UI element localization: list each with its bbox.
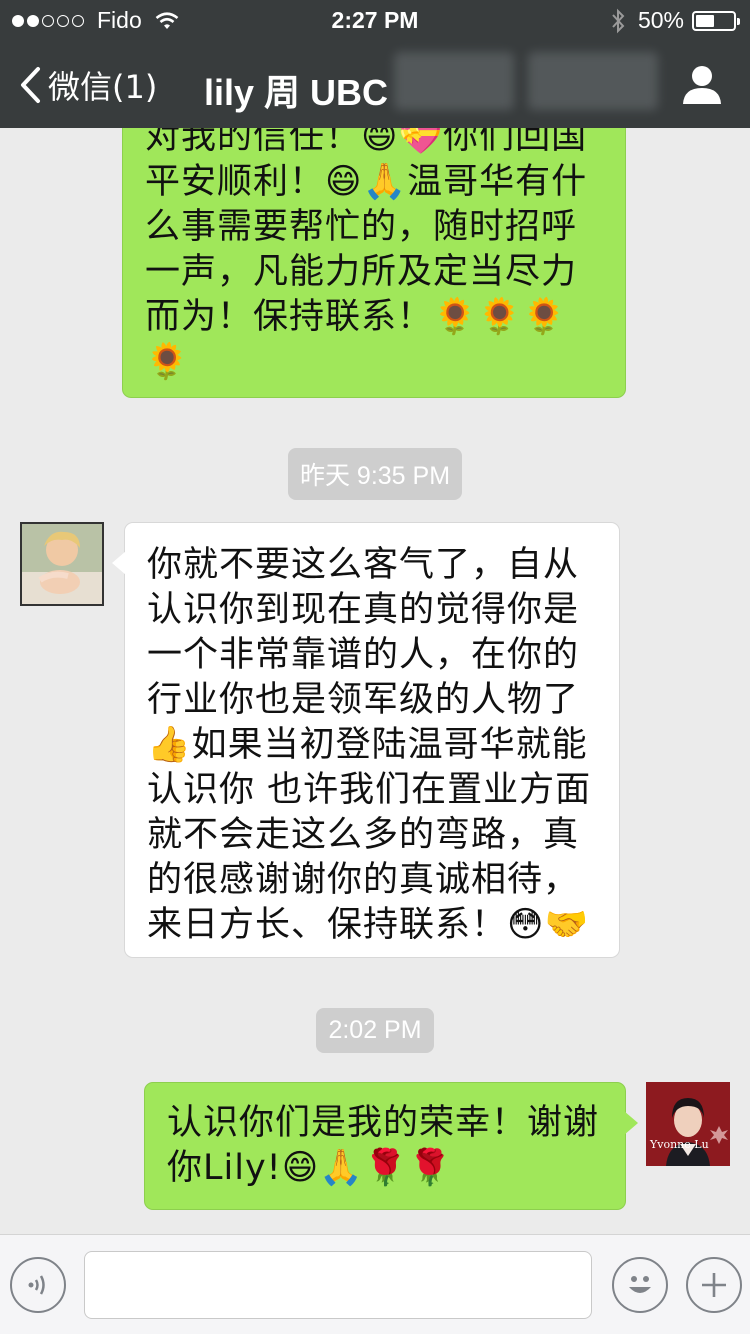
chat-title: lily 周 UBC xyxy=(204,72,389,113)
sent-message-bubble[interactable]: 认识你们是我的荣幸！谢谢 你Lily!😄🙏🌹🌹 xyxy=(144,1082,638,1210)
received-message-bubble[interactable]: 你就不要这么客气了，自从 认识你到现在真的觉得你是 一个非常靠谱的人，在你的 行… xyxy=(112,522,620,958)
message-line: 行业你也是领军级的人物了 xyxy=(147,680,580,720)
child-photo-icon xyxy=(22,524,102,604)
message-input[interactable] xyxy=(84,1251,592,1319)
nav-bar: 微信(1) lily 周 UBC xyxy=(0,40,750,128)
message-line: 认识你 也许我们在置业方面 xyxy=(147,770,592,810)
chat-area[interactable]: 对我的信任！😄💝你们回国 平安顺利！😄🙏温哥华有什 么事需要帮忙的，随时招呼 一… xyxy=(0,0,750,1234)
timestamp: 昨天 9:35 PM xyxy=(0,448,750,500)
back-label: 微信(1) xyxy=(48,68,158,106)
voice-input-button[interactable] xyxy=(10,1257,66,1313)
message-line: 你就不要这么客气了，自从 xyxy=(147,545,580,585)
redacted-area xyxy=(394,52,514,110)
sent-message-bubble[interactable]: 对我的信任！😄💝你们回国 平安顺利！😄🙏温哥华有什 么事需要帮忙的，随时招呼 一… xyxy=(122,100,626,398)
message-line: 一个非常靠谱的人，在你的 xyxy=(147,635,580,675)
more-options-button[interactable] xyxy=(686,1257,742,1313)
bluetooth-icon xyxy=(612,8,625,33)
message-line: 而为！保持联系！🌻🌻🌻 xyxy=(145,297,567,337)
message-line: 👍如果当初登陆温哥华就能 xyxy=(147,725,588,765)
voice-icon xyxy=(28,1275,45,1295)
bubble-tail xyxy=(624,1111,638,1135)
my-avatar[interactable]: Yvonne Lu xyxy=(646,1082,730,1166)
message-line: 一声，凡能力所及定当尽力 xyxy=(145,252,578,292)
chat-info-button[interactable] xyxy=(682,64,722,104)
chevron-left-icon xyxy=(21,67,40,103)
timestamp-label: 昨天 9:35 PM xyxy=(287,448,463,500)
contact-avatar[interactable] xyxy=(20,522,104,606)
smiley-icon xyxy=(629,1276,651,1293)
status-bar: Fido 2:27 PM 50% xyxy=(0,0,750,40)
portrait-photo-icon xyxy=(646,1082,730,1166)
message-line: 认识你们是我的荣幸！谢谢 xyxy=(167,1103,600,1143)
plus-icon xyxy=(702,1273,726,1297)
avatar-watermark: Yvonne Lu xyxy=(650,1138,709,1151)
timestamp: 2:02 PM xyxy=(0,1008,750,1053)
top-bar: Fido 2:27 PM 50% 微信(1) lily 周 UBC xyxy=(0,0,750,128)
redacted-area xyxy=(528,52,658,110)
message-line: 就不会走这么多的弯路，真 xyxy=(147,815,580,855)
message-line: 🌻 xyxy=(145,342,190,382)
message-line: 你Lily!😄🙏🌹🌹 xyxy=(167,1148,453,1188)
message-line: 的很感谢谢你的真诚相待， xyxy=(147,860,580,900)
message-line: 平安顺利！😄🙏温哥华有什 xyxy=(145,162,588,202)
message-line: 来日方长、保持联系！😳🤝 xyxy=(147,905,590,945)
timestamp-label: 2:02 PM xyxy=(316,1008,434,1053)
message-line: 认识你到现在真的觉得你是 xyxy=(147,590,580,630)
emoji-button[interactable] xyxy=(612,1257,668,1313)
battery-percentage: 50% xyxy=(637,7,684,33)
battery-icon xyxy=(692,10,740,31)
back-button[interactable]: 微信(1) xyxy=(18,62,157,108)
message-line: 么事需要帮忙的，随时招呼 xyxy=(145,207,578,247)
input-bar xyxy=(0,1234,750,1334)
bubble-tail xyxy=(112,551,126,575)
